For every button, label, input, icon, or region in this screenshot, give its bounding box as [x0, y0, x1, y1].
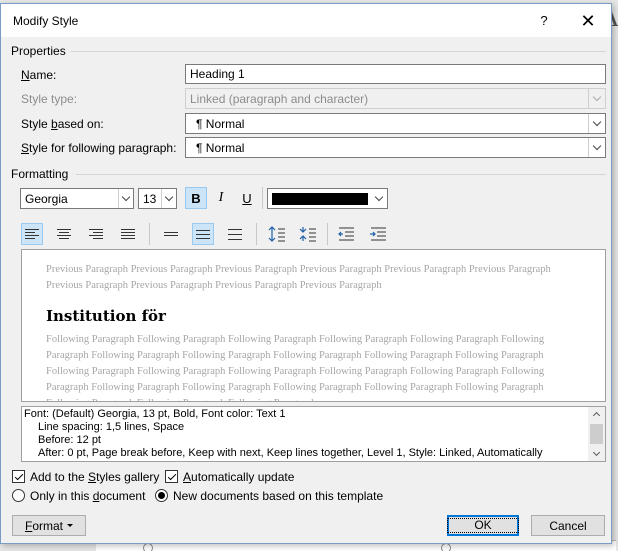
underline-button[interactable]: U [236, 187, 258, 209]
modify-style-dialog: Modify Style ? ✕ Properties Name: Headin… [0, 3, 612, 544]
font-size-value: 13 [143, 192, 157, 206]
dialog-title: Modify Style [13, 14, 79, 28]
description-line: Font: (Default) Georgia, 13 pt, Bold, Fo… [24, 408, 286, 420]
justify-icon [121, 229, 135, 239]
add-to-gallery-label: Add to the Styles gallery [30, 470, 160, 484]
dropdown-arrow-icon [67, 524, 74, 527]
justify-button[interactable] [117, 223, 139, 245]
properties-section-label: Properties [11, 44, 66, 58]
bold-button[interactable]: B [185, 187, 207, 209]
section-divider [71, 51, 606, 52]
description-line: After: 0 pt, Page break before, Keep wit… [38, 447, 543, 459]
style-type-value: Linked (paragraph and character) [190, 92, 369, 106]
close-button[interactable]: ✕ [575, 9, 601, 33]
one-half-spacing-button[interactable] [192, 223, 214, 245]
chevron-down-icon[interactable] [588, 138, 605, 157]
description-line: Line spacing: 1,5 lines, Space [38, 421, 185, 433]
based-on-select[interactable]: ¶ Normal [185, 113, 606, 134]
style-type-label: Style type: [21, 92, 78, 106]
add-to-gallery-checkbox[interactable] [12, 470, 25, 483]
following-paragraph-text: Following Paragraph Following Paragraph … [46, 334, 545, 401]
help-button[interactable]: ? [534, 11, 554, 31]
decrease-indent-button[interactable] [335, 223, 357, 245]
decrease-paragraph-spacing-button[interactable] [297, 223, 319, 245]
ruler-marker [441, 543, 451, 551]
scroll-down-icon[interactable] [588, 447, 605, 461]
scroll-up-icon[interactable] [588, 407, 605, 421]
chevron-down-icon[interactable] [371, 189, 387, 208]
font-color-select[interactable] [267, 188, 388, 209]
based-on-value: ¶ Normal [196, 117, 245, 131]
auto-update-label: Automatically update [183, 470, 295, 484]
increase-indent-button[interactable] [367, 223, 389, 245]
double-spacing-icon [228, 228, 242, 240]
font-color-swatch [272, 193, 368, 205]
font-select[interactable]: Georgia [20, 188, 134, 209]
spacing-before-icon [268, 226, 285, 242]
formatting-section-label: Formatting [11, 167, 69, 181]
cancel-button[interactable]: Cancel [531, 515, 605, 536]
align-right-icon [89, 229, 103, 239]
align-left-icon [25, 229, 39, 239]
format-button[interactable]: Format [12, 515, 86, 536]
following-style-select[interactable]: ¶ Normal [185, 137, 606, 158]
only-this-document-label: Only in this document [30, 489, 146, 503]
previous-paragraph-text: Previous Paragraph Previous Paragraph Pr… [46, 264, 551, 291]
description-line: Before: 12 pt [38, 434, 101, 446]
chevron-down-icon[interactable] [161, 189, 176, 208]
section-divider [76, 174, 606, 175]
font-size-select[interactable]: 13 [138, 188, 177, 209]
name-input[interactable]: Heading 1 [185, 64, 606, 84]
decrease-indent-icon [338, 227, 354, 241]
only-this-document-radio[interactable] [12, 489, 25, 502]
style-description: Font: (Default) Georgia, 13 pt, Bold, Fo… [21, 406, 606, 462]
style-preview-pane: Previous Paragraph Previous Paragraph Pr… [21, 249, 606, 402]
new-documents-label: New documents based on this template [173, 489, 384, 503]
name-label: Name: [21, 68, 57, 82]
following-style-value: ¶ Normal [196, 141, 245, 155]
style-type-select: Linked (paragraph and character) [185, 88, 606, 109]
auto-update-checkbox[interactable] [165, 470, 178, 483]
ok-button[interactable]: OK [447, 515, 519, 536]
following-style-label: Style for following paragraph: [21, 141, 177, 155]
single-spacing-icon [164, 232, 178, 236]
font-value: Georgia [25, 192, 68, 206]
single-spacing-button[interactable] [160, 223, 182, 245]
one-half-spacing-icon [196, 229, 210, 239]
increase-indent-icon [370, 227, 386, 241]
chevron-down-icon[interactable] [118, 189, 133, 208]
preview-heading: Institution för [46, 307, 166, 325]
toolbar-separator [149, 223, 150, 245]
toolbar-separator [327, 223, 328, 245]
double-spacing-button[interactable] [224, 223, 246, 245]
toolbar-separator [256, 223, 257, 245]
ruler-marker [143, 543, 153, 551]
chevron-down-icon [588, 89, 605, 108]
italic-button[interactable]: I [210, 187, 232, 209]
description-scrollbar[interactable] [588, 407, 605, 461]
align-center-button[interactable] [53, 223, 75, 245]
scroll-thumb[interactable] [590, 424, 603, 444]
spacing-after-icon [299, 227, 316, 242]
increase-paragraph-spacing-button[interactable] [266, 223, 288, 245]
new-documents-radio[interactable] [155, 489, 168, 502]
chevron-down-icon[interactable] [588, 114, 605, 133]
based-on-label: Style based on: [21, 117, 104, 131]
align-center-icon [57, 229, 71, 239]
align-left-button[interactable] [21, 223, 43, 245]
toolbar-separator [262, 187, 263, 209]
title-bar: Modify Style ? ✕ [1, 4, 611, 37]
align-right-button[interactable] [85, 223, 107, 245]
